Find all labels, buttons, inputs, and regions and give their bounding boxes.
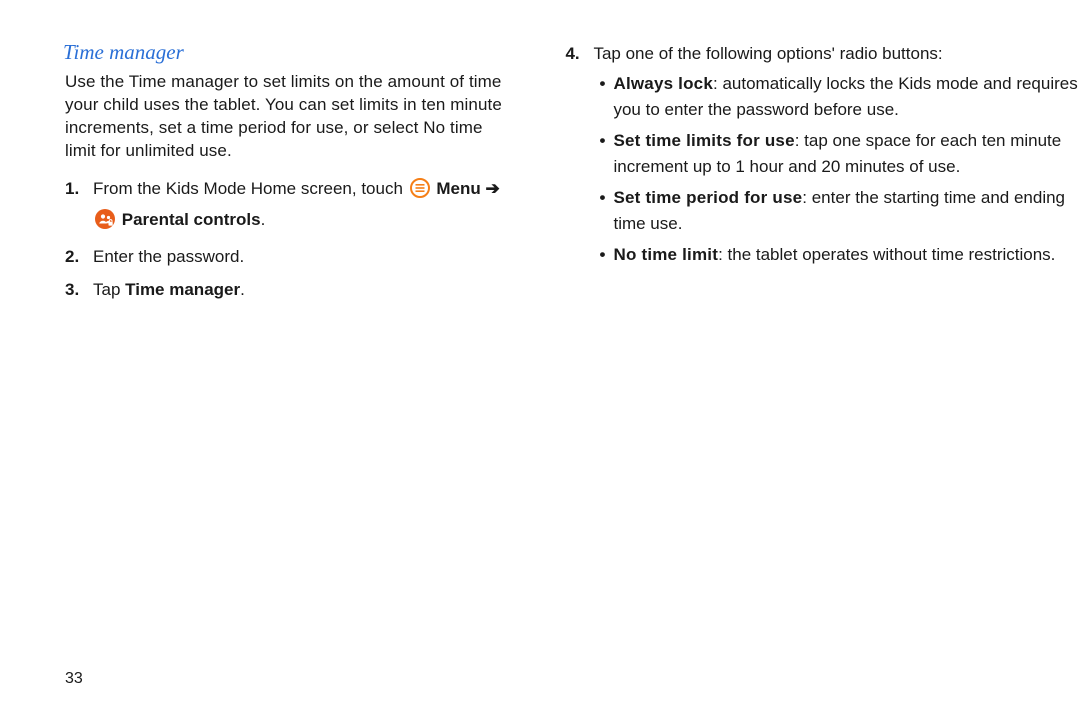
- step-number: 1.: [65, 175, 79, 202]
- parental-controls-label: Parental controls: [122, 210, 261, 229]
- step-number: 3.: [65, 276, 79, 303]
- arrow-icon: ➔: [486, 179, 500, 198]
- step-text: Tap: [93, 280, 125, 299]
- step-text: Tap one of the following options' radio …: [593, 44, 942, 63]
- step-text: From the Kids Mode Home screen, touch: [93, 179, 408, 198]
- left-column: Time manager Use the Time manager to set…: [0, 40, 535, 310]
- step-number: 2.: [65, 243, 79, 270]
- intro-paragraph: Use the Time manager to set limits on th…: [65, 71, 515, 163]
- manual-page: Time manager Use the Time manager to set…: [0, 0, 1080, 310]
- page-number: 33: [65, 670, 83, 688]
- option-set-time-period: Set time period for use: enter the start…: [599, 185, 1080, 236]
- parental-controls-icon: [95, 209, 115, 237]
- option-always-lock: Always lock: automatically locks the Kid…: [599, 71, 1080, 122]
- option-label: Set time limits for use: [613, 131, 794, 150]
- steps-list-right: 4. Tap one of the following options' rad…: [565, 40, 1080, 268]
- section-heading: Time manager: [63, 40, 515, 65]
- option-label: Set time period for use: [613, 188, 802, 207]
- option-label: No time limit: [613, 245, 718, 264]
- step-4: 4. Tap one of the following options' rad…: [587, 40, 1080, 268]
- option-label: Always lock: [613, 74, 713, 93]
- menu-icon: [410, 178, 430, 206]
- time-manager-label: Time manager: [125, 280, 240, 299]
- step-2: 2. Enter the password.: [87, 243, 515, 270]
- option-text: : the tablet operates without time restr…: [718, 245, 1055, 264]
- menu-label: Menu: [436, 179, 480, 198]
- right-column: 4. Tap one of the following options' rad…: [535, 40, 1080, 310]
- step-number: 4.: [565, 40, 579, 67]
- step-text: Enter the password.: [93, 247, 244, 266]
- options-list: Always lock: automatically locks the Kid…: [593, 71, 1080, 268]
- steps-list-left: 1. From the Kids Mode Home screen, touch…: [65, 175, 515, 304]
- step-3: 3. Tap Time manager.: [87, 276, 515, 303]
- dot: .: [240, 280, 245, 299]
- option-set-time-limits: Set time limits for use: tap one space f…: [599, 128, 1080, 179]
- dot: .: [261, 210, 266, 229]
- option-no-time-limit: No time limit: the tablet operates witho…: [599, 242, 1080, 268]
- step-1: 1. From the Kids Mode Home screen, touch…: [87, 175, 515, 237]
